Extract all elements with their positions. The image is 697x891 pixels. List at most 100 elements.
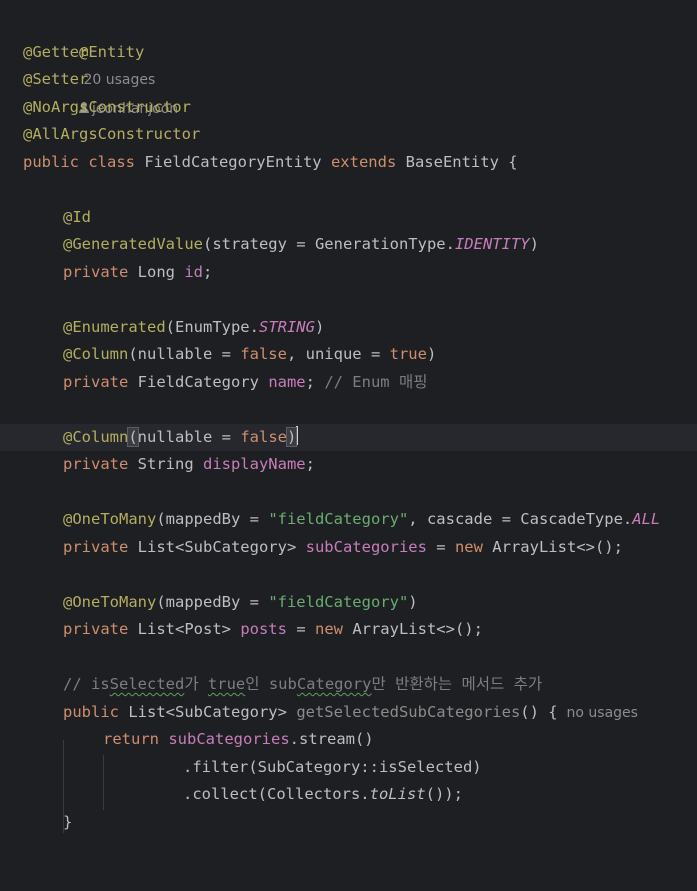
code-text: (mappedBy = — [156, 592, 269, 611]
code-text: ) — [529, 235, 539, 253]
code-line-23: private List<Post> posts = new ArrayList… — [0, 616, 697, 644]
annotation-generated: @GeneratedValue — [63, 235, 203, 253]
code-text: , cascade = CascadeType. — [408, 510, 633, 528]
code-text: (nullable = — [128, 345, 241, 363]
annotation-enumerated: @Enumerated — [63, 317, 166, 336]
code-line-17: private String displayName; — [0, 451, 697, 479]
code-text: ) — [314, 317, 325, 336]
keyword: private — [63, 537, 129, 556]
keyword: public class — [23, 152, 135, 171]
code-line-12: @Enumerated(EnumType.STRING) — [0, 314, 697, 342]
field-name: name — [268, 372, 306, 391]
annotation-onetomany: @OneToMany — [63, 592, 157, 611]
keyword: private — [63, 372, 129, 391]
code-comment: // Enum 매핑 — [324, 372, 428, 391]
code-text: ) — [408, 592, 418, 611]
code-text: = — [286, 620, 315, 638]
code-text: ) — [426, 345, 437, 363]
code-editor[interactable]: @Entity 20 usages jeonhanjoon @Getter @S… — [0, 0, 697, 833]
keyword: private — [63, 262, 129, 281]
text-caret — [296, 426, 299, 445]
enum-constant: STRING — [258, 317, 315, 336]
keyword: new — [314, 620, 343, 638]
typo-underline: true — [207, 675, 246, 693]
code-text: ; — [305, 372, 325, 391]
code-line-9: @GeneratedValue(strategy = GenerationTyp… — [0, 231, 697, 259]
keyword: true — [389, 345, 427, 363]
field-name: displayName — [202, 455, 306, 473]
code-line-26: public List<SubCategory> getSelectedSubC… — [0, 699, 697, 727]
closing-brace: } — [63, 812, 73, 831]
code-line-5: @AllArgsConstructor — [0, 121, 697, 149]
code-line-27: return subCategories.stream() — [0, 726, 697, 754]
code-text: (EnumType. — [165, 317, 259, 336]
annotation-column: @Column — [63, 345, 129, 363]
code-text: .collect(Collectors. — [183, 785, 370, 803]
type-name: String — [128, 455, 203, 473]
annotation-id: @Id — [63, 207, 91, 226]
code-text: , unique = — [286, 345, 390, 363]
code-line-20: private List<SubCategory> subCategories … — [0, 534, 697, 562]
matched-bracket: ( — [127, 426, 139, 447]
code-line-4: @NoArgsConstructor — [0, 94, 697, 122]
annotation-noargs: @NoArgsConstructor — [23, 97, 191, 116]
keyword: private — [63, 620, 129, 638]
code-line-10: private Long id; — [0, 259, 697, 287]
usages-hint[interactable]: no usages — [558, 705, 638, 721]
code-text: () { — [520, 702, 558, 721]
type-name: Long — [128, 262, 185, 281]
code-text: .filter(SubCategory::isSelected) — [183, 757, 482, 776]
code-text: ArrayList<>(); — [342, 620, 483, 638]
annotation-column: @Column — [63, 427, 129, 446]
annotation-setter: @Setter — [23, 70, 89, 88]
keyword: new — [454, 537, 483, 556]
code-text: BaseEntity { — [396, 152, 518, 171]
code-text: (strategy = GenerationType. — [202, 235, 455, 253]
enum-constant: ALL — [632, 510, 661, 528]
code-text: .stream() — [289, 730, 374, 748]
code-text: (mappedBy = — [156, 510, 269, 528]
keyword: false — [240, 345, 287, 363]
field-name: id — [184, 262, 203, 281]
code-line-13: @Column(nullable = false, unique = true) — [0, 341, 697, 369]
code-comment: 인 sub — [245, 675, 297, 693]
code-line-29: .collect(Collectors.toList()); — [0, 781, 697, 809]
enum-constant: IDENTITY — [454, 235, 530, 253]
annotation-allargs: @AllArgsConstructor — [23, 125, 201, 143]
type-name: FieldCategory — [128, 372, 269, 391]
code-comment: 가 — [184, 675, 208, 693]
code-line-1: @Entity 20 usages jeonhanjoon — [0, 11, 697, 117]
typo-underline: Selected — [109, 675, 185, 693]
code-text: ; — [305, 455, 315, 473]
code-line-25: // isSelected가 true인 subCategory만 반환하는 메… — [0, 671, 697, 699]
keyword: private — [63, 455, 129, 473]
method-name: getSelectedSubCategories — [296, 702, 521, 721]
field-name: posts — [240, 620, 287, 638]
code-text: ; — [203, 262, 213, 281]
code-line-8: @Id — [0, 204, 697, 232]
code-comment: 만 반환하는 메서드 추가 — [371, 675, 543, 693]
code-text: ArrayList<>(); — [482, 537, 623, 556]
type-name: List<SubCategory> — [128, 537, 306, 556]
field-name: subCategories — [159, 730, 290, 748]
type-name: List<SubCategory> — [119, 702, 297, 721]
type-name: List<Post> — [128, 620, 241, 638]
code-line-30: } — [0, 809, 697, 837]
field-name: subCategories — [305, 537, 427, 556]
code-comment: // is — [63, 675, 110, 693]
method-call: toList — [369, 785, 426, 803]
code-line-14: private FieldCategory name; // Enum 매핑 — [0, 369, 697, 397]
annotation-getter: @Getter — [23, 42, 89, 61]
annotation-onetomany: @OneToMany — [63, 510, 157, 528]
string-literal: "fieldCategory" — [268, 510, 409, 528]
keyword: extends — [330, 152, 397, 171]
code-line-2: @Getter — [0, 39, 697, 67]
keyword: false — [240, 427, 287, 446]
matched-bracket: ) — [285, 426, 298, 447]
code-line-3: @Setter — [0, 66, 697, 94]
typo-underline: Category — [296, 675, 372, 693]
code-text: ()); — [425, 785, 463, 803]
code-line-28: .filter(SubCategory::isSelected) — [0, 754, 697, 782]
code-line-22: @OneToMany(mappedBy = "fieldCategory") — [0, 589, 697, 617]
code-line-6: public class FieldCategoryEntity extends… — [0, 149, 697, 177]
